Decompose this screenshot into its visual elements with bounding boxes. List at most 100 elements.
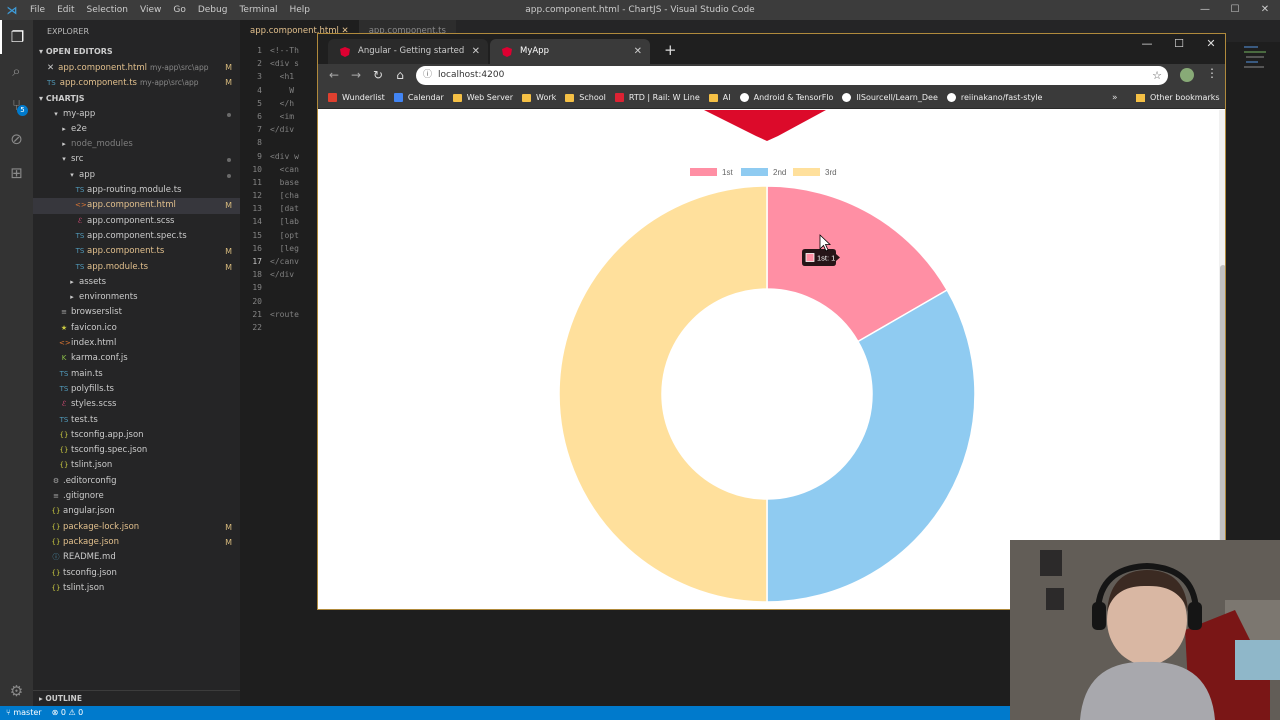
page-scrollbar[interactable] [1219,110,1225,609]
search-icon[interactable]: ⌕ [0,54,33,88]
menu-item-debug[interactable]: Debug [192,0,234,20]
project-header[interactable]: ▾ CHARTJS [33,91,240,107]
bookmark-item[interactable]: Wunderlist [328,93,385,102]
open-editor-item[interactable]: ✕ app.component.html my-app\src\app M [33,60,240,75]
browser-tab-myapp[interactable]: MyApp ✕ [490,39,650,64]
bookmark-star-icon[interactable]: ☆ [1152,66,1162,85]
bookmark-item[interactable]: Work [522,93,556,102]
close-tab-icon[interactable]: ✕ [634,39,642,64]
bookmark-item[interactable]: Web Server [452,93,513,102]
bookmarks-overflow-icon[interactable]: » [1112,87,1118,109]
info-icon[interactable]: ⓘ [423,66,432,85]
tree-file[interactable]: TS test.ts [33,413,240,428]
source-control-icon[interactable]: ⑂ 5 [0,88,33,122]
maximize-icon[interactable]: ☐ [1220,0,1250,20]
tree-file[interactable]: TS app.module.ts M [33,260,240,275]
tree-folder[interactable]: ▾ src [33,152,240,167]
tree-file[interactable]: TS polyfills.ts [33,382,240,397]
menu-item-terminal[interactable]: Terminal [233,0,283,20]
minimize-icon[interactable]: — [1131,34,1163,54]
tree-file[interactable]: {} tsconfig.json [33,566,240,581]
tree-file[interactable]: Kkarma.conf.js [33,351,240,366]
tree-folder[interactable]: ▾ my-app [33,107,240,122]
tree-file[interactable]: ≡ .gitignore [33,489,240,504]
address-bar[interactable]: ⓘ localhost:4200 ☆ [416,66,1168,85]
menu-item-edit[interactable]: Edit [51,0,80,20]
bookmark-item[interactable]: reiinakano/fast-style [946,93,1042,102]
forward-icon[interactable]: → [346,66,366,84]
tree-file[interactable]: ⚙ .editorconfig [33,474,240,489]
bookmark-item[interactable]: RTD | Rail: W Line [614,93,700,102]
favicon-icon: ★ [60,323,68,332]
bookmark-item[interactable]: AI [708,93,731,102]
legend-label[interactable]: 1st [722,168,733,177]
menu-item-selection[interactable]: Selection [81,0,134,20]
doughnut-slice-3rd[interactable] [558,185,768,603]
tree-file[interactable]: ★ favicon.ico [33,321,240,336]
tree-file[interactable]: TS app-routing.module.ts [33,183,240,198]
reload-icon[interactable]: ↻ [368,66,388,84]
problems-indicator[interactable]: ⊗ 0 ⚠ 0 [52,706,84,720]
tree-file[interactable]: TS app.component.ts M [33,244,240,259]
legend-swatch[interactable] [741,168,768,176]
bookmark-item[interactable]: School [565,93,606,102]
close-icon[interactable]: ✕ [47,63,54,73]
tree-folder[interactable]: ▸ node_modules [33,137,240,152]
bookmark-item[interactable]: llSourcell/Learn_Dee [842,93,938,102]
legend-label[interactable]: 2nd [773,168,786,177]
debug-icon[interactable]: ⊘ [0,122,33,156]
tree-file[interactable]: TS app.component.spec.ts [33,229,240,244]
menu-item-go[interactable]: Go [167,0,191,20]
tree-file[interactable]: {} tsconfig.app.json [33,428,240,443]
bookmark-item[interactable]: Android & TensorFlo [739,93,833,102]
open-editors-header[interactable]: ▾ OPEN EDITORS [33,44,240,60]
scrollbar-thumb[interactable] [1220,265,1225,565]
close-icon[interactable]: ✕ [1195,34,1225,54]
tree-file[interactable]: ℰapp.component.scss [33,214,240,229]
home-icon[interactable]: ⌂ [390,66,410,84]
outline-header[interactable]: ▸ OUTLINE [33,690,240,706]
extensions-icon[interactable]: ⊞ [0,156,33,190]
chart-arcs [558,185,976,603]
tree-file[interactable]: <>index.html [33,336,240,351]
legend-label[interactable]: 3rd [825,168,837,177]
maximize-icon[interactable]: ☐ [1163,34,1195,54]
bookmark-item[interactable]: Calendar [393,93,444,102]
menu-item-help[interactable]: Help [283,0,316,20]
tree-file[interactable]: {} tsconfig.spec.json [33,443,240,458]
tree-file[interactable]: {} angular.json [33,504,240,519]
menu-item-file[interactable]: File [24,0,51,20]
open-editor-item[interactable]: TS app.component.ts my-app\src\app M [33,75,240,90]
close-icon[interactable]: ✕ [1250,0,1280,20]
tree-file[interactable]: ⓘ README.md [33,550,240,565]
legend-swatch[interactable] [793,168,820,176]
menu-item-view[interactable]: View [134,0,167,20]
line-number: 14 [252,217,262,227]
files-icon[interactable]: ❐ [0,20,33,54]
tree-folder[interactable]: ▸ e2e [33,122,240,137]
gear-icon[interactable]: ⚙ [0,682,33,700]
tree-file[interactable]: <>app.component.html M [33,198,240,214]
tree-folder[interactable]: ▾ app [33,168,240,183]
doughnut-slice-2nd[interactable] [766,288,976,603]
close-tab-icon[interactable]: ✕ [472,39,480,64]
tree-folder[interactable]: ▸ assets [33,275,240,290]
tree-file[interactable]: TS main.ts [33,367,240,382]
other-bookmarks[interactable]: Other bookmarks [1136,87,1220,109]
menu-icon[interactable]: ⋮ [1206,66,1218,80]
browser-tab-angular[interactable]: Angular - Getting started ✕ [328,39,488,64]
back-icon[interactable]: ← [324,66,344,84]
tree-file[interactable]: {} tslint.json [33,458,240,473]
minimap[interactable] [1240,42,1280,142]
tree-file[interactable]: ≡ browserslist [33,305,240,320]
tree-file[interactable]: {} package.json M [33,535,240,550]
new-tab-icon[interactable]: + [664,40,677,60]
profile-avatar[interactable] [1180,68,1194,82]
tree-folder[interactable]: ▸ environments [33,290,240,305]
branch-indicator[interactable]: ⑂ master [6,706,42,720]
tree-file[interactable]: ℰstyles.scss [33,397,240,412]
minimize-icon[interactable]: — [1190,0,1220,20]
tree-file[interactable]: {} package-lock.json M [33,520,240,535]
legend-swatch[interactable] [690,168,717,176]
tree-file[interactable]: {} tslint.json [33,581,240,596]
